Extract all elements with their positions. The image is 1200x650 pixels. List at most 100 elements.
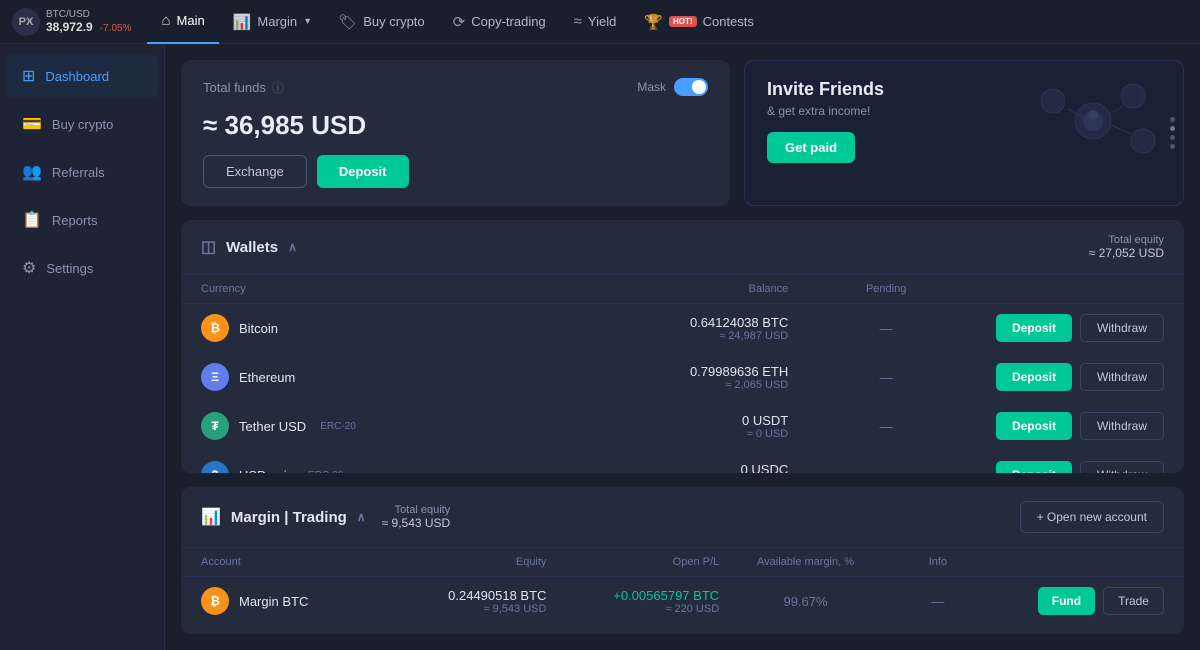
nav-buy-crypto[interactable]: 🏷 Buy crypto	[324, 0, 438, 44]
dropdown-arrow: ▾	[305, 16, 310, 27]
nav-contests[interactable]: 🏆 HOT! Contests	[630, 0, 768, 44]
funds-title-label: Total funds ⓘ	[203, 79, 284, 96]
wallet-row-usdt: ₮ Tether USD ERC-20 0 USDT ≈ 0 USD — Dep…	[181, 402, 1184, 451]
deposit-btc-button[interactable]: Deposit	[996, 314, 1072, 342]
nav-price: BTC/USD 38,972.9 -7.05%	[46, 9, 131, 34]
margin-header: 📊 Margin | Trading ∧ Total equity ≈ 9,54…	[181, 487, 1184, 548]
deposit-main-button[interactable]: Deposit	[317, 155, 409, 188]
nav-logo: PX BTC/USD 38,972.9 -7.05%	[12, 8, 131, 36]
nav-copy-trading[interactable]: ⟳ Copy-trading	[439, 0, 560, 44]
top-nav: PX BTC/USD 38,972.9 -7.05% ⌂ Main 📊 Marg…	[0, 0, 1200, 44]
trade-btc-button[interactable]: Trade	[1103, 587, 1164, 615]
margin-table-header: Account Equity Open P/L Available margin…	[181, 548, 1184, 577]
sidebar-item-dashboard[interactable]: ⊞ Dashboard	[6, 54, 158, 98]
dot-3	[1170, 135, 1175, 140]
settings-icon: ⚙	[22, 258, 36, 278]
deposit-usdc-button[interactable]: Deposit	[996, 461, 1072, 473]
balance-cell-usdc: 0 USDC ≈ 0 USD	[593, 462, 789, 474]
deposit-eth-button[interactable]: Deposit	[996, 363, 1072, 391]
open-new-account-button[interactable]: + Open new account	[1020, 501, 1164, 533]
eth-icon: Ξ	[201, 363, 229, 391]
margin-btc-icon: ₿	[201, 587, 229, 615]
btc-icon: ₿	[201, 314, 229, 342]
balance-cell-btc: 0.64124038 BTC ≈ 24,987 USD	[593, 315, 789, 342]
home-icon: ⌂	[161, 12, 170, 29]
funds-buttons: Exchange Deposit	[203, 155, 708, 188]
wallets-total-equity: Total equity ≈ 27,052 USD	[1089, 234, 1164, 260]
wallets-chevron[interactable]: ∧	[288, 240, 297, 254]
pending-usdt: —	[788, 419, 984, 434]
sidebar: ⊞ Dashboard 💳 Buy crypto 👥 Referrals 📋 R…	[0, 44, 165, 650]
invite-card: Invite Friends & get extra income! Get p…	[744, 60, 1184, 206]
currency-cell-btc: ₿ Bitcoin	[201, 314, 593, 342]
margin-equity-btc: 0.24490518 BTC ≈ 9,543 USD	[374, 588, 547, 615]
margin-avail-btc: 99.67%	[719, 594, 892, 609]
withdraw-btc-button[interactable]: Withdraw	[1080, 314, 1164, 342]
balance-cell-eth: 0.79989636 ETH ≈ 2,065 USD	[593, 364, 789, 391]
nav-margin[interactable]: 📊 Margin ▾	[219, 0, 324, 44]
trophy-icon: 🏆	[644, 13, 663, 31]
yield-icon: ≈	[574, 13, 582, 30]
wallets-section: ◫ Wallets ∧ Total equity ≈ 27,052 USD Cu…	[181, 220, 1184, 473]
get-paid-button[interactable]: Get paid	[767, 132, 855, 163]
wallet-row-usdc: $ USD coin ERC-20 0 USDC ≈ 0 USD — Depos…	[181, 451, 1184, 473]
margin-title: 📊 Margin | Trading ∧	[201, 507, 366, 527]
withdraw-eth-button[interactable]: Withdraw	[1080, 363, 1164, 391]
total-funds-card: Total funds ⓘ Mask ≈ 36,985 USD Exchange…	[181, 60, 730, 206]
mask-toggle[interactable]: Mask	[637, 78, 708, 96]
wallets-table: Currency Balance Pending ₿ Bitcoin 0.641…	[181, 275, 1184, 473]
margin-chevron[interactable]: ∧	[357, 510, 366, 524]
mask-switch[interactable]	[674, 78, 708, 96]
balance-cell-usdt: 0 USDT ≈ 0 USD	[593, 413, 789, 440]
wallets-header: ◫ Wallets ∧ Total equity ≈ 27,052 USD	[181, 220, 1184, 275]
sidebar-item-buy-crypto[interactable]: 💳 Buy crypto	[6, 102, 158, 146]
dot-1	[1170, 117, 1175, 122]
reports-icon: 📋	[22, 210, 42, 230]
sidebar-item-referrals[interactable]: 👥 Referrals	[6, 150, 158, 194]
actions-btc: Deposit Withdraw	[984, 314, 1164, 342]
actions-usdc: Deposit Withdraw	[984, 461, 1164, 473]
actions-usdt: Deposit Withdraw	[984, 412, 1164, 440]
funds-header: Total funds ⓘ Mask	[203, 78, 708, 96]
exchange-button[interactable]: Exchange	[203, 155, 307, 188]
nav-main[interactable]: ⌂ Main	[147, 0, 218, 44]
info-icon[interactable]: ⓘ	[272, 79, 284, 96]
currency-cell-usdt: ₮ Tether USD ERC-20	[201, 412, 593, 440]
deposit-usdt-button[interactable]: Deposit	[996, 412, 1072, 440]
sidebar-item-reports[interactable]: 📋 Reports	[6, 198, 158, 242]
buy-icon: 🏷	[338, 13, 357, 31]
wallet-row-eth: Ξ Ethereum 0.79989636 ETH ≈ 2,065 USD — …	[181, 353, 1184, 402]
dashboard-icon: ⊞	[22, 66, 35, 86]
invite-dots	[1170, 117, 1175, 149]
copy-icon: ⟳	[453, 13, 466, 31]
margin-chart-icon: 📊	[201, 507, 221, 527]
main-content: Total funds ⓘ Mask ≈ 36,985 USD Exchange…	[165, 44, 1200, 650]
margin-pl-btc: +0.00565797 BTC ≈ 220 USD	[546, 588, 719, 615]
wallets-table-header: Currency Balance Pending	[181, 275, 1184, 304]
currency-cell-usdc: $ USD coin ERC-20	[201, 461, 593, 473]
fund-btc-button[interactable]: Fund	[1038, 587, 1095, 615]
top-cards-row: Total funds ⓘ Mask ≈ 36,985 USD Exchange…	[181, 60, 1184, 206]
pending-usdc: —	[788, 468, 984, 474]
margin-actions-btc: Fund Trade	[984, 587, 1164, 615]
margin-table: Account Equity Open P/L Available margin…	[181, 548, 1184, 634]
chart-icon: 📊	[233, 13, 252, 31]
dot-4	[1170, 144, 1175, 149]
pending-btc: —	[788, 321, 984, 336]
margin-total-equity: Total equity ≈ 9,543 USD	[382, 504, 451, 530]
buy-crypto-icon: 💳	[22, 114, 42, 134]
margin-row-eth: Ξ Margin ETH 0 ETH ≈ 0 USD 0 ETH 0% — Fu…	[181, 626, 1184, 634]
referrals-icon: 👥	[22, 162, 42, 182]
nav-yield[interactable]: ≈ Yield	[560, 0, 631, 44]
wallet-row-btc: ₿ Bitcoin 0.64124038 BTC ≈ 24,987 USD — …	[181, 304, 1184, 353]
dot-2	[1170, 126, 1175, 131]
usdt-icon: ₮	[201, 412, 229, 440]
margin-row-btc: ₿ Margin BTC 0.24490518 BTC ≈ 9,543 USD …	[181, 577, 1184, 626]
sidebar-item-settings[interactable]: ⚙ Settings	[6, 246, 158, 290]
withdraw-usdc-button[interactable]: Withdraw	[1080, 461, 1164, 473]
actions-eth: Deposit Withdraw	[984, 363, 1164, 391]
withdraw-usdt-button[interactable]: Withdraw	[1080, 412, 1164, 440]
invite-graphic	[1013, 71, 1173, 171]
usdc-icon: $	[201, 461, 229, 473]
main-layout: ⊞ Dashboard 💳 Buy crypto 👥 Referrals 📋 R…	[0, 44, 1200, 650]
